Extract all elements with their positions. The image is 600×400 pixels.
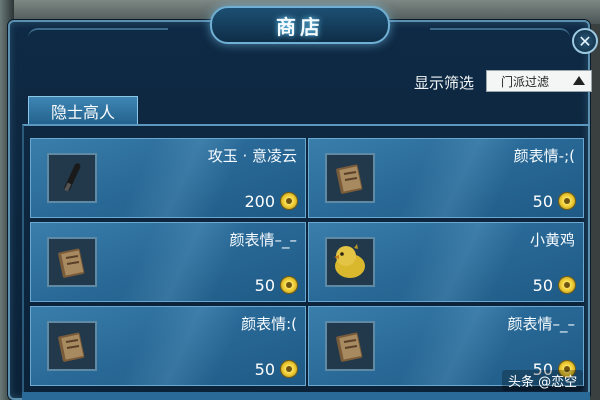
shop-item[interactable]: 颜表情-;( 50 (308, 138, 584, 218)
chick-icon (334, 244, 365, 278)
item-price: 50 (532, 276, 553, 295)
item-icon-slot (47, 153, 97, 203)
filter-selected-value: 门派过滤 (501, 74, 550, 89)
book-icon (58, 248, 85, 278)
shop-item[interactable]: 攻玉 · 意凌云 200 (30, 138, 306, 218)
close-button[interactable]: ✕ (572, 28, 598, 54)
next-row-peek (22, 392, 590, 400)
item-name: 颜表情-;( (513, 147, 575, 165)
watermark: 头条 @恋空 (502, 370, 584, 391)
close-icon: ✕ (578, 31, 592, 51)
book-icon (336, 332, 363, 362)
window-ornament-left (28, 28, 168, 48)
item-icon-slot (325, 321, 375, 371)
item-price: 50 (254, 276, 275, 295)
coin-icon (559, 277, 575, 293)
tab-hermit-master[interactable]: 隐士高人 (28, 96, 138, 124)
item-name: 小黄鸡 (529, 231, 575, 249)
item-icon-slot (325, 153, 375, 203)
item-name: 颜表情–_– (507, 315, 575, 333)
item-name: 颜表情:( (241, 315, 297, 333)
coin-icon (281, 193, 297, 209)
coin-icon (281, 277, 297, 293)
coin-icon (281, 361, 297, 377)
item-icon-slot (47, 321, 97, 371)
item-price: 200 (244, 192, 275, 211)
shop-item[interactable]: 小黄鸡 50 (308, 222, 584, 302)
book-icon (58, 332, 85, 362)
filter-label: 显示筛选 (414, 74, 475, 92)
coin-icon (559, 193, 575, 209)
shop-item[interactable]: 颜表情:( 50 (30, 306, 306, 386)
book-icon (336, 164, 363, 194)
dropdown-arrow-icon (573, 76, 585, 85)
shop-item[interactable]: 颜表情–_– 50 (30, 222, 306, 302)
brush-icon (64, 163, 81, 192)
window-title: 商店 (276, 14, 324, 39)
filter-dropdown[interactable]: 门派过滤 (486, 70, 592, 92)
item-name: 攻玉 · 意凌云 (207, 147, 297, 165)
item-icon-slot (325, 237, 375, 287)
item-name: 颜表情–_– (229, 231, 297, 249)
item-price: 50 (254, 360, 275, 379)
tab-label: 隐士高人 (50, 102, 115, 122)
title-plate: 商店 (210, 6, 390, 44)
item-price: 50 (532, 192, 553, 211)
window-ornament-right (430, 28, 570, 48)
item-icon-slot (47, 237, 97, 287)
